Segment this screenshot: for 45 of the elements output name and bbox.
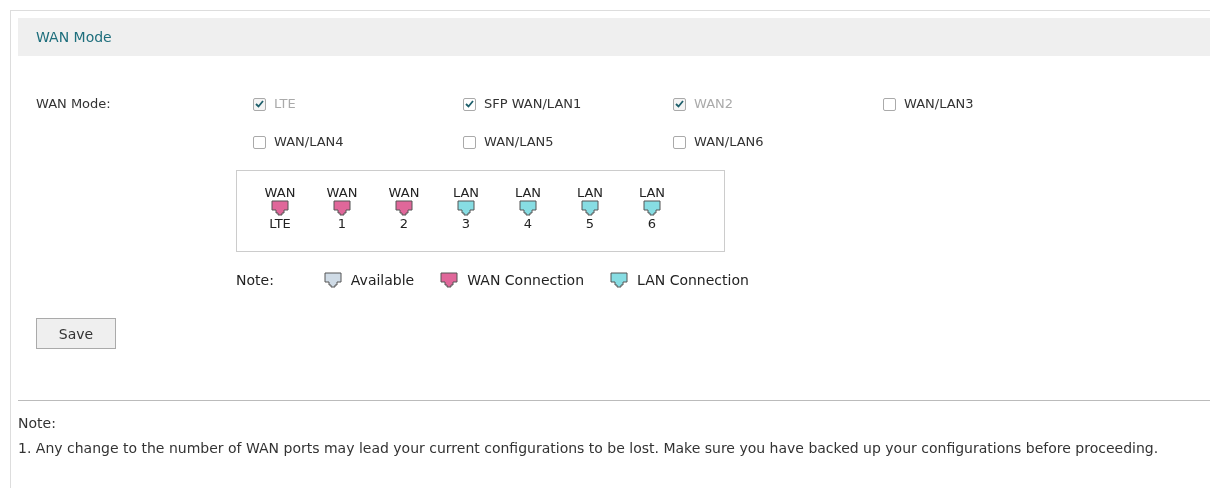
port-role: WAN: [326, 185, 358, 200]
port-name: 1: [337, 216, 347, 231]
ethernet-port-icon: [457, 200, 475, 216]
checkbox[interactable]: [883, 97, 896, 111]
checkbox[interactable]: [463, 97, 476, 111]
ethernet-port-icon: [519, 200, 537, 216]
legend-text: WAN Connection: [467, 272, 585, 288]
port-role: LAN: [576, 185, 604, 200]
note-text: 1. Any change to the number of WAN ports may lead your current configurations to be lost. Make sure you have backed up your configurations before proceeding.: [18, 439, 1160, 458]
port-name: 6: [647, 216, 657, 231]
port-name: 3: [461, 216, 471, 231]
port-name: LTE: [269, 216, 291, 231]
legend-label: Note:: [236, 272, 274, 288]
checkbox-label: WAN/LAN4: [274, 133, 344, 151]
ethernet-port-icon: [333, 200, 351, 216]
port-name: 2: [399, 216, 409, 231]
checkbox-label: LTE: [274, 95, 296, 113]
ethernet-port-icon: [610, 272, 629, 288]
legend-text: Available: [350, 272, 415, 288]
checkbox-label: SFP WAN/LAN1: [484, 95, 582, 113]
port-role: LAN: [452, 185, 480, 200]
port-role: LAN: [638, 185, 666, 200]
checkbox-label: WAN/LAN3: [904, 95, 974, 113]
ethernet-port-icon: [395, 200, 413, 216]
port-role: WAN: [388, 185, 420, 200]
port-name: 4: [523, 216, 533, 231]
checkbox-label: WAN/LAN5: [484, 133, 554, 151]
ethernet-port-icon: [440, 272, 459, 288]
port-name: 5: [585, 216, 595, 231]
note-title: Note:: [18, 414, 57, 433]
ethernet-port-icon: [581, 200, 599, 216]
field-label: WAN Mode:: [36, 95, 112, 113]
checkbox[interactable]: [463, 135, 476, 149]
section-title: WAN Mode: [18, 18, 1210, 56]
save-button[interactable]: Save: [36, 318, 116, 349]
ethernet-port-icon: [271, 200, 289, 216]
port-role: WAN: [264, 185, 296, 200]
checkbox[interactable]: [673, 135, 686, 149]
ethernet-port-icon: [323, 272, 342, 288]
checkbox[interactable]: [253, 135, 266, 149]
checkbox-label: WAN/LAN6: [694, 133, 764, 151]
legend-text: LAN Connection: [637, 272, 749, 288]
checkbox-label: WAN2: [694, 95, 734, 113]
port-role: LAN: [514, 185, 542, 200]
ethernet-port-icon: [643, 200, 661, 216]
